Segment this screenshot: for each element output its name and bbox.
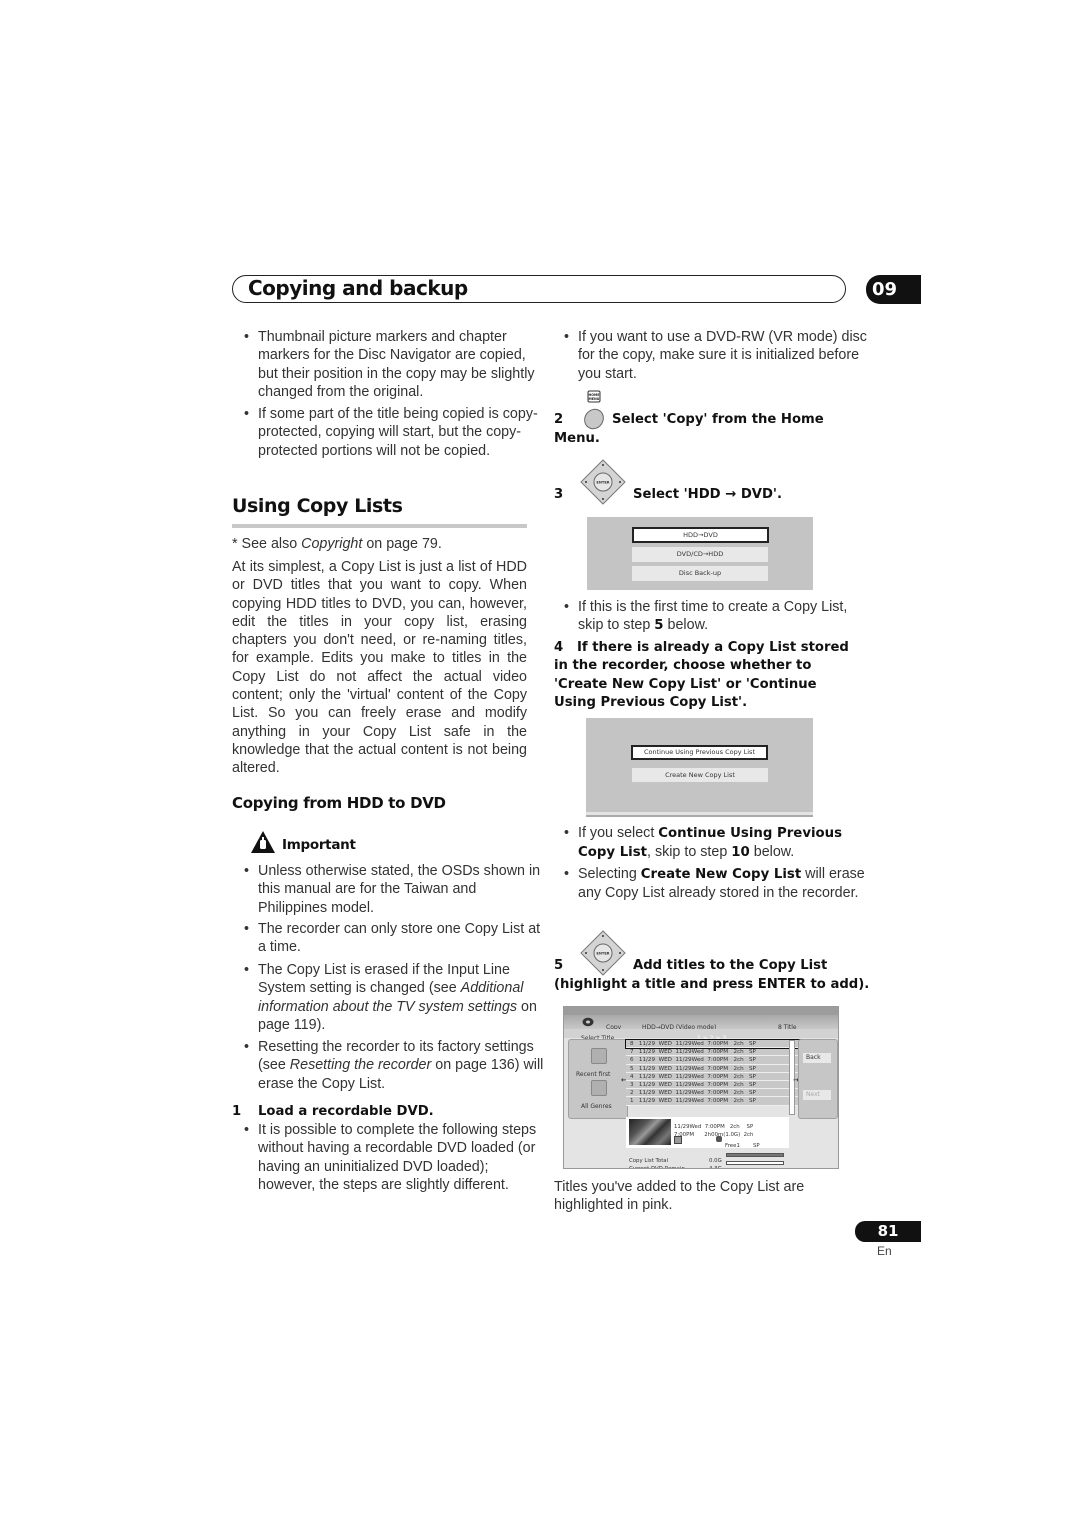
resetting-recorder-link[interactable]: Resetting the recorder	[290, 1057, 431, 1073]
osd-sub-bar: Select Title 1 > 2 > 3	[564, 1029, 838, 1042]
osd-copy-mode-menu: HDD→DVD DVD/CD→HDD Disc Back-up	[587, 517, 813, 590]
step-2-title: Select 'Copy' from the Home	[612, 412, 824, 427]
next-button[interactable]: Next	[803, 1090, 831, 1100]
step-3-title: Select 'HDD → DVD'.	[633, 487, 782, 502]
chapter-title: Copying and backup	[248, 276, 468, 300]
step-5-title-cont: (highlight a title and press ENTER to ad…	[554, 977, 870, 992]
osd-option-continue-previous[interactable]: Continue Using Previous Copy List	[631, 745, 768, 760]
bullet-create-new: Selecting Create New Copy List will eras…	[560, 865, 868, 903]
title-list-row[interactable]: 2 11/29 WED 11/29Wed 7:00PM 2ch SP	[626, 1089, 800, 1098]
osd-copy-list-screen: Copy HDD→DVD (Video mode) 8 Title Select…	[563, 1006, 839, 1169]
language-label: En	[877, 1244, 892, 1258]
dvd-remain-label: Current DVD Remain	[629, 1166, 685, 1169]
subsection-title-copying-hdd-dvd: Copying from HDD to DVD	[232, 794, 446, 812]
recent-first-icon	[591, 1048, 607, 1064]
step-4: 4 If there is already a Copy List stored…	[554, 640, 849, 710]
svg-text:ENTER: ENTER	[596, 481, 609, 485]
copy-list-total-bar	[726, 1153, 784, 1157]
osd-option-dvd-to-hdd[interactable]: DVD/CD→HDD	[632, 547, 768, 562]
all-genres-icon	[591, 1080, 607, 1096]
bullet-continue-using: If you select Continue Using Previous Co…	[560, 824, 868, 863]
info-line-2: 7:00PM 2h00m(1.0G) 2ch	[674, 1132, 754, 1138]
title-thumbnail	[629, 1119, 671, 1145]
sort-panel: Recent first All Genres	[568, 1039, 628, 1119]
step-2-title-cont: Menu.	[554, 431, 600, 446]
section-title-using-copy-lists: Using Copy Lists	[232, 495, 403, 517]
back-button[interactable]: Back	[803, 1053, 831, 1063]
intro-paragraph: At its simplest, a Copy List is just a l…	[232, 559, 527, 777]
step-1-title: Load a recordable DVD.	[258, 1104, 434, 1119]
osd-option-disc-backup[interactable]: Disc Back-up	[632, 566, 768, 581]
nav-panel: Back Next	[798, 1039, 838, 1119]
important-bullet-input-line: The Copy List is erased if the Input Lin…	[240, 961, 548, 1034]
enter-dpad-icon: ENTER	[580, 459, 626, 505]
step-3-number: 3	[554, 487, 564, 502]
step-5-title: Add titles to the Copy List	[633, 958, 828, 973]
bullet-thumbnail-markers: Thumbnail picture markers and chapter ma…	[240, 328, 548, 401]
tv-icon	[674, 1136, 682, 1144]
osd-caption: Titles you've added to the Copy List are…	[554, 1179, 805, 1214]
svg-text:MENU: MENU	[589, 397, 600, 401]
important-warning-icon	[250, 830, 276, 854]
sort-all-genres[interactable]: All Genres	[581, 1098, 612, 1116]
bullet-dvd-rw: If you want to use a DVD-RW (VR mode) di…	[560, 328, 868, 383]
title-list-row[interactable]: 3 11/29 WED 11/29Wed 7:00PM 2ch SP	[626, 1080, 800, 1090]
step-1-number: 1	[232, 1104, 242, 1119]
important-bullet-one-list: The recorder can only store one Copy Lis…	[240, 920, 548, 957]
dvd-remain-value: 4.3G	[709, 1166, 722, 1169]
svg-text:ENTER: ENTER	[596, 952, 609, 956]
step-1-bullet: It is possible to complete the following…	[240, 1121, 548, 1194]
title-list-row[interactable]: 7 11/29 WED 11/29Wed 7:00PM 2ch SP	[626, 1048, 800, 1057]
bullet-first-time: If this is the first time to create a Co…	[560, 598, 868, 636]
important-bullet-reset: Resetting the recorder to its factory se…	[240, 1038, 548, 1093]
title-list-row[interactable]: 6 11/29 WED 11/29Wed 7:00PM 2ch SP	[626, 1056, 800, 1065]
bullet-copy-protected: If some part of the title being copied i…	[240, 405, 548, 460]
dvd-remain-bar	[726, 1161, 784, 1165]
enter-dpad-icon: ENTER	[580, 930, 626, 976]
chapter-number-tab: 09	[866, 275, 921, 304]
title-list-row[interactable]: 8 11/29 WED 11/29Wed 7:00PM 2ch SP	[625, 1038, 801, 1050]
osd-title-bar: Copy HDD→DVD (Video mode) 8 Title	[564, 1015, 838, 1031]
step-2-number: 2	[554, 412, 564, 427]
important-label: Important	[282, 837, 356, 853]
title-info-panel: 11/29Wed 7:00PM 2ch SP 7:00PM 2h00m(1.0G…	[626, 1117, 789, 1149]
osd-top-bar	[564, 1007, 838, 1015]
osd-option-create-new[interactable]: Create New Copy List	[632, 768, 768, 782]
title-list-row[interactable]: 4 11/29 WED 11/29Wed 7:00PM 2ch SP	[626, 1072, 800, 1081]
page-number-tab: 81	[855, 1221, 921, 1242]
see-also-link[interactable]: Copyright	[301, 536, 362, 552]
step-5-number: 5	[554, 958, 564, 973]
title-list-row[interactable]: 1 11/29 WED 11/29Wed 7:00PM 2ch SP	[626, 1097, 800, 1106]
title-list-row[interactable]: 5 11/29 WED 11/29Wed 7:00PM 2ch SP	[626, 1064, 800, 1073]
important-bullet-osd: Unless otherwise stated, the OSDs shown …	[240, 862, 548, 917]
osd-option-hdd-to-dvd[interactable]: HDD→DVD	[632, 527, 769, 543]
title-list: 8 11/29 WED 11/29Wed 7:00PM 2ch SP 7 11/2…	[625, 1038, 801, 1106]
section-rule	[232, 524, 527, 528]
genre-icon	[716, 1136, 722, 1142]
see-also-note: * See also Copyright on page 79.	[232, 536, 442, 552]
osd-copy-list-menu: Continue Using Previous Copy List Create…	[586, 718, 813, 815]
